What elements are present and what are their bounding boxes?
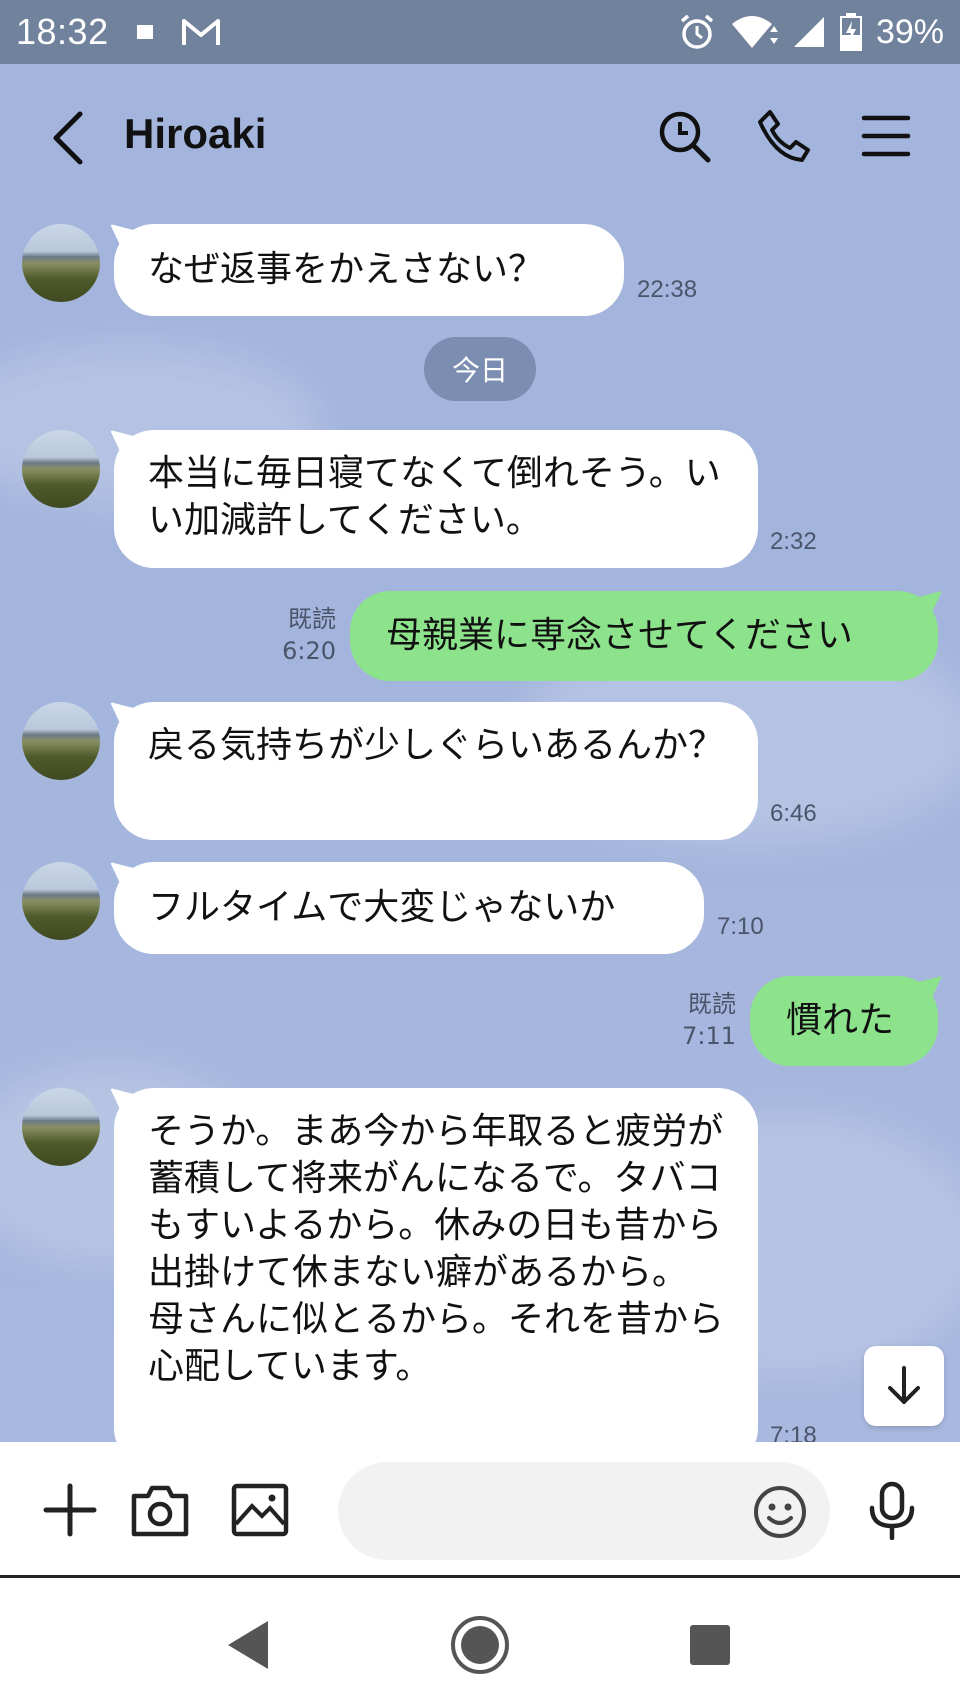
chat-header: Hiroaki [0,64,960,212]
camera-icon[interactable] [130,1480,190,1540]
nav-recents-icon[interactable] [678,1613,742,1677]
alarm-icon [680,14,714,49]
incoming-message-bubble: 戻る気持ちが少しぐらいあるんか？ [114,702,758,840]
nav-back-icon[interactable] [214,1613,278,1677]
incoming-message-bubble: なぜ返事をかえさない？ [114,224,624,316]
emoji-icon[interactable] [752,1484,808,1540]
avatar[interactable] [22,430,100,508]
microphone-icon[interactable] [862,1480,922,1540]
avatar[interactable] [22,702,100,780]
chat-title: Hiroaki [124,110,267,157]
avatar[interactable] [22,862,100,940]
message-time: 7:10 [717,913,764,940]
battery-icon [839,13,862,51]
message-time: 6:46 [770,800,817,827]
back-icon[interactable] [48,110,88,166]
message-time: 2:32 [770,528,817,555]
date-separator: 今日 [424,337,536,401]
menu-icon[interactable] [858,108,914,164]
incoming-message-bubble: フルタイムで大変じゃないか [114,862,704,954]
avatar[interactable] [22,224,100,302]
image-icon[interactable] [230,1480,290,1540]
nav-home-icon[interactable] [448,1613,512,1677]
read-label: 既読 [288,605,336,633]
signal-icon [793,17,824,47]
message-time: 7:11 [682,1022,736,1050]
message-input-bar [0,1442,960,1578]
outgoing-message-bubble: 母親業に専念させてください [350,591,938,681]
gmail-icon [181,19,220,45]
read-receipt: 既読 6:20 [272,603,336,667]
status-time: 18:32 [16,11,109,52]
read-receipt: 既読 7:11 [676,988,736,1052]
message-input[interactable] [368,1462,748,1560]
battery-percent: 39% [875,12,944,51]
read-label: 既読 [688,990,736,1018]
phone-icon[interactable] [756,108,812,164]
search-icon[interactable] [656,108,712,164]
arrow-down-icon [888,1366,920,1404]
outgoing-message-bubble: 慣れた [750,976,938,1066]
incoming-message-bubble: そうか。まあ今から年取ると疲労が蓄積して将来がんになるで。タバコもすいよるから。… [114,1088,758,1468]
avatar[interactable] [22,1088,100,1166]
notification-square-icon [136,25,153,39]
plus-icon[interactable] [40,1480,100,1540]
message-input-container [338,1462,830,1560]
wifi-icon [731,16,778,48]
system-navigation-bar [0,1581,960,1706]
incoming-message-bubble: 本当に毎日寝てなくて倒れそう。いい加減許してください。 [114,430,758,568]
message-time: 6:20 [282,637,336,665]
scroll-to-bottom-button[interactable] [864,1346,944,1426]
message-time: 22:38 [637,276,698,303]
status-bar: 18:32 39% [0,0,960,64]
